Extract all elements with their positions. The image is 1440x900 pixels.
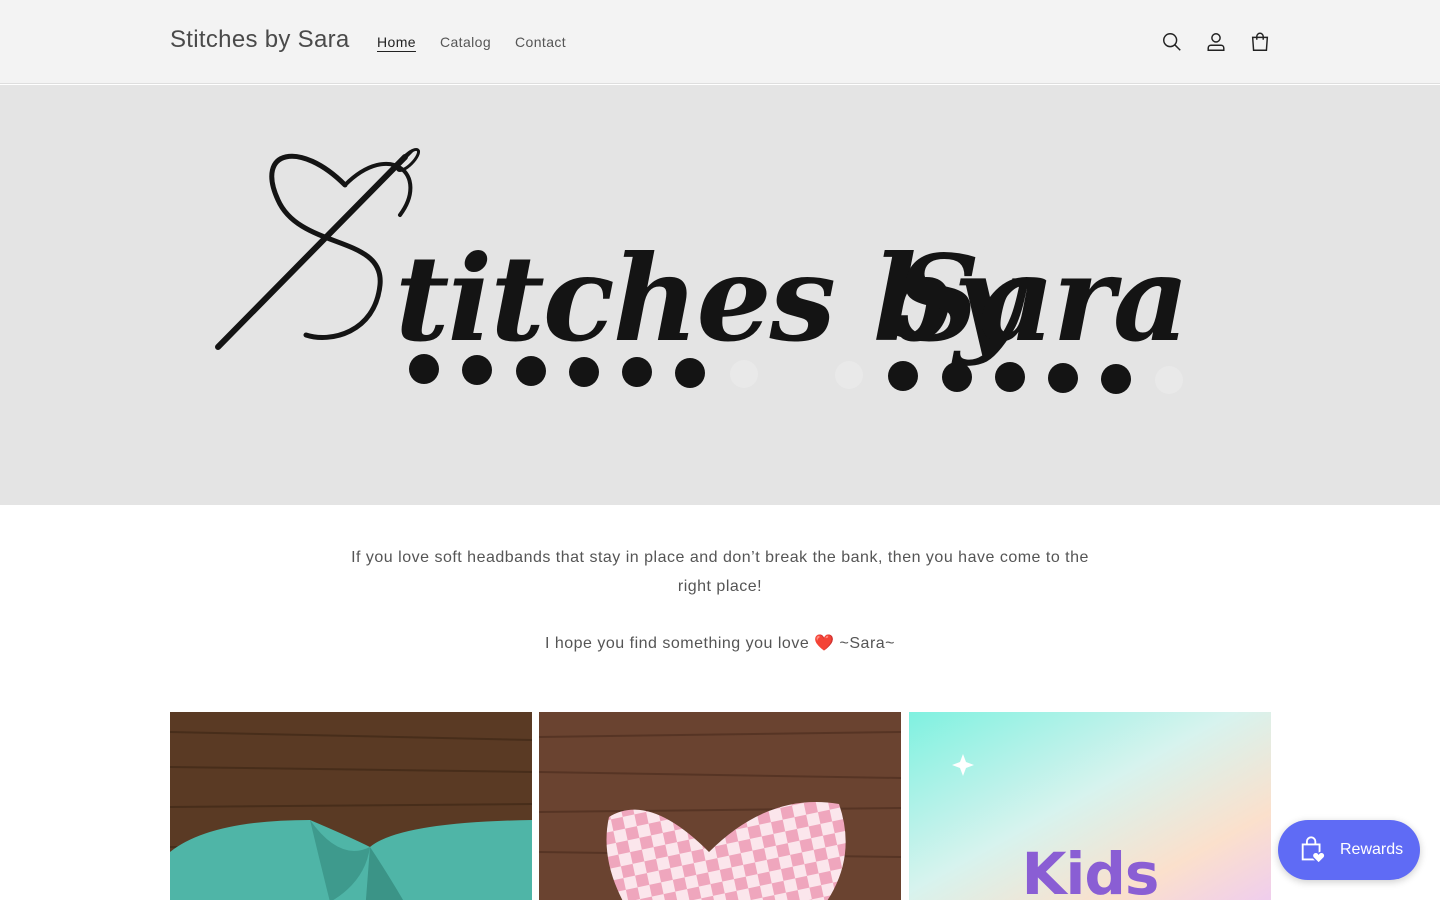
teal-headband-image: [170, 712, 532, 900]
nav-link-contact[interactable]: Contact: [503, 30, 578, 54]
intro-paragraph: If you love soft headbands that stay in …: [351, 549, 1089, 595]
heart-emoji: ❤️: [814, 635, 835, 652]
search-button[interactable]: [1150, 20, 1194, 64]
cart-icon: [1251, 32, 1269, 51]
collection-card-teal-headband[interactable]: [170, 712, 532, 900]
signoff-name: ~Sara~: [834, 635, 896, 652]
intro-signoff: I hope you find something you love ❤️ ~S…: [340, 629, 1100, 658]
svg-text:Sara: Sara: [895, 229, 1187, 368]
collection-card-kids[interactable]: Kids: [909, 712, 1271, 900]
account-button[interactable]: [1194, 20, 1238, 64]
kids-label: Kids: [1021, 840, 1160, 900]
search-icon: [1163, 33, 1181, 51]
shopping-bag-heart-icon: [1301, 836, 1326, 865]
rewards-launcher-button[interactable]: Rewards: [1278, 820, 1420, 880]
site-header: Stitches by Sara Home Catalog Contact: [0, 0, 1440, 84]
main-nav: Home Catalog Contact: [365, 30, 578, 54]
nav-link-catalog[interactable]: Catalog: [428, 30, 503, 54]
cart-button[interactable]: [1238, 20, 1282, 64]
rewards-label: Rewards: [1340, 841, 1404, 858]
pink-bow-headband-image: [539, 712, 901, 900]
signoff-text: I hope you find something you love: [544, 635, 815, 652]
brand-logo-link[interactable]: Stitches by Sara: [170, 26, 350, 54]
account-icon: [1207, 33, 1225, 51]
intro-text: If you love soft headbands that stay in …: [340, 543, 1100, 658]
hero-logo-image: titches by Sara: [215, 147, 1189, 394]
header-icons: [1150, 20, 1282, 64]
nav-link-home[interactable]: Home: [365, 30, 428, 54]
hero-banner: titches by Sara: [0, 85, 1440, 505]
collection-card-pink-bow[interactable]: [539, 712, 901, 900]
